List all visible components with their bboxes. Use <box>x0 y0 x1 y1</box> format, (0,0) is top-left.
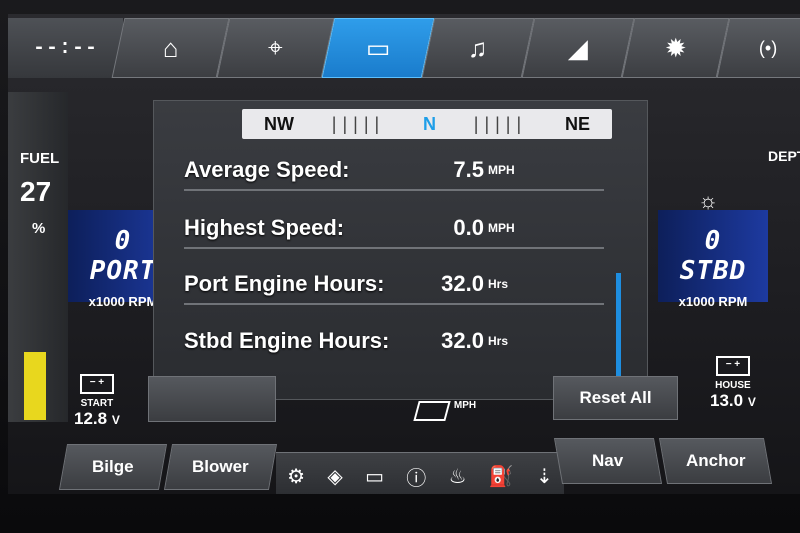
boat-icon: ◢ <box>568 32 588 63</box>
music-note-icon: ♫ <box>468 32 488 63</box>
warning-icon: ⓘ <box>406 468 427 490</box>
anchor-label: Anchor <box>685 451 746 470</box>
speed-digits <box>413 401 451 421</box>
fuel-value: 27 <box>20 176 52 207</box>
tab-audio[interactable]: ♫ <box>421 18 535 78</box>
nav-button[interactable]: Nav <box>553 438 663 484</box>
scrollbar[interactable] <box>616 273 621 379</box>
tab-boat[interactable]: ◢ <box>521 18 635 78</box>
status-icon-bar: ⚙ ◈ ▭ ⓘ ♨ ⛽ ⇣ <box>276 452 564 494</box>
compass-strip: NW ||||| N ||||| NE <box>242 109 612 139</box>
blower-label: Blower <box>192 457 249 476</box>
compass-right: NE <box>564 113 590 134</box>
stat-label: Highest Speed: <box>184 215 345 240</box>
trim-icon: ⇣ <box>536 466 553 488</box>
stat-label: Port Engine Hours: <box>184 271 385 296</box>
oil-icon: ◈ <box>327 466 343 488</box>
start-battery: − + START 12.8 V <box>74 374 120 429</box>
stat-label: Stbd Engine Hours: <box>184 328 390 353</box>
engine-icon: ⚙ <box>287 466 306 488</box>
house-battery: − + HOUSE 13.0 V <box>710 356 756 411</box>
house-battery-value: 13.0 <box>710 391 744 410</box>
bilge-button[interactable]: Bilge <box>58 444 168 490</box>
stat-label: Average Speed: <box>184 157 350 182</box>
reset-all-button[interactable]: Reset All <box>553 376 678 420</box>
screen: --:-- ⌂ ⌖ ▭ ♫ ◢ ✹ (•) FUEL 27 % 0 PORT x… <box>8 14 800 494</box>
bilge-label: Bilge <box>92 457 134 476</box>
tab-connectivity[interactable]: (•) <box>716 18 800 78</box>
battery-icon: − + <box>79 374 114 394</box>
fuel-gauge: FUEL 27 % <box>8 92 68 422</box>
nav-label: Nav <box>592 451 624 470</box>
blank-button[interactable] <box>148 376 276 422</box>
tab-gauges[interactable]: ▭ <box>321 18 435 78</box>
stat-unit: Hrs <box>488 334 509 348</box>
battery-icon: − + <box>715 356 750 376</box>
tab-map[interactable]: ⌖ <box>216 18 335 78</box>
temperature-icon: ♨ <box>448 466 467 488</box>
stat-row: Highest Speed: 0.0 MPH <box>184 209 604 249</box>
stat-row: Average Speed: 7.5 MPH <box>184 151 604 191</box>
map-pin-icon: ⌖ <box>268 32 283 62</box>
stat-unit: Hrs <box>488 277 509 291</box>
stat-value: 7.5 <box>453 157 484 182</box>
stbd-rpm-panel: 0 STBD x1000 RPM <box>658 210 768 309</box>
start-battery-value: 12.8 <box>74 409 108 428</box>
battery-icon: ▭ <box>365 466 384 488</box>
start-battery-unit: V <box>111 413 120 427</box>
stat-unit: MPH <box>488 221 515 235</box>
house-battery-unit: V <box>747 395 756 409</box>
gear-icon: ✹ <box>664 32 687 63</box>
stat-value: 0.0 <box>453 215 484 240</box>
home-icon: ⌂ <box>162 32 179 63</box>
stat-value: 32.0 <box>441 328 484 353</box>
stbd-rpm-unit: x1000 RPM <box>678 294 748 309</box>
blower-button[interactable]: Blower <box>163 444 278 490</box>
tab-home[interactable]: ⌂ <box>111 18 230 78</box>
fuel-level-bar <box>24 352 46 420</box>
start-battery-label: START <box>80 398 114 409</box>
house-battery-label: HOUSE <box>715 380 751 391</box>
speed-display: MPH <box>406 396 486 426</box>
fuel-unit: % <box>32 220 46 237</box>
gauge-ruler-icon: ▭ <box>365 32 391 63</box>
depth-label: DEPT <box>768 148 800 164</box>
trip-stats-panel: NW ||||| N ||||| NE Average Speed: 7.5 M… <box>153 100 648 400</box>
clock: --:-- <box>8 18 123 78</box>
stat-row: Stbd Engine Hours: 32.0 Hrs <box>184 321 604 361</box>
stat-row: Port Engine Hours: 32.0 Hrs <box>184 265 604 305</box>
compass-left: NW <box>264 113 294 134</box>
speed-unit: MPH <box>453 399 477 411</box>
anchor-button[interactable]: Anchor <box>658 438 773 484</box>
compass-ticks: ||||| <box>473 113 528 134</box>
compass-heading: N <box>422 113 436 134</box>
compass-ticks: ||||| <box>331 113 386 134</box>
stat-unit: MPH <box>488 163 515 177</box>
stat-value: 32.0 <box>441 271 484 296</box>
left-gauge-panel: FUEL 27 % 0 PORT x1000 RPM − + START 12.… <box>8 92 178 432</box>
stbd-rpm-digits: 0 <box>704 226 722 256</box>
stbd-label: STBD <box>679 256 747 286</box>
tab-settings[interactable]: ✹ <box>621 18 730 78</box>
fuel-label: FUEL <box>20 150 60 167</box>
signal-icon: (•) <box>758 37 778 58</box>
fuel-pump-icon: ⛽ <box>488 466 514 488</box>
